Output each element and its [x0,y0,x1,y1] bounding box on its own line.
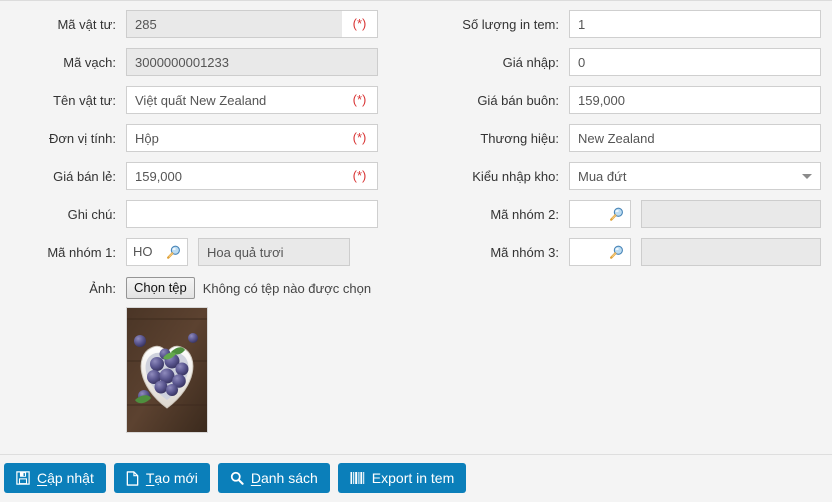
input-group-gia-ban-le: 159,000 (*) [126,162,378,190]
field-row-ma-nhom-3: Mã nhóm 3: [416,237,832,267]
new-file-icon [126,470,139,486]
input-ten-vat-tu[interactable]: Việt quất New Zealand [126,86,342,114]
required-marker-ma-vat-tu: (*) [342,10,378,38]
field-row-ten-vat-tu: Tên vật tư: Việt quất New Zealand (*) [0,85,416,115]
field-row-anh: Ảnh: Chọn tệp Không có tệp nào được chọn [0,275,416,301]
field-row-thuong-hieu: Thương hiệu: New Zealand [416,123,832,153]
export-label-button-label: Export in tem [371,470,455,486]
input-thuong-hieu[interactable]: New Zealand [569,124,821,152]
field-row-so-luong-in-tem: Số lượng in tem: 1 [416,9,832,39]
action-button-bar: Cập nhật Tạo mới Danh sách Export in tem [4,463,467,493]
input-gia-nhap[interactable]: 0 [569,48,821,76]
form-column-left: Mã vật tư: 285 (*) Mã vạch: 300000000123… [0,9,416,433]
ma-nhom-1-code-text: HO [133,244,153,259]
update-accel: C [37,470,48,486]
required-marker-ten-vat-tu: (*) [342,86,378,114]
label-ma-vach: Mã vạch: [63,54,116,70]
label-ma-nhom-2: Mã nhóm 2: [490,206,559,222]
required-marker-gia-ban-le: (*) [342,162,378,190]
field-row-gia-ban-buon: Giá bán buôn: 159,000 [416,85,832,115]
product-form: Mã vật tư: 285 (*) Mã vạch: 300000000123… [0,1,832,446]
field-row-ma-vat-tu: Mã vật tư: 285 (*) [0,9,416,39]
field-row-don-vi-tinh: Đơn vị tính: Hộp (*) [0,123,416,153]
export-label-button[interactable]: Export in tem [337,463,467,493]
update-button-label: Cập nhật [37,470,94,486]
required-marker-don-vi-tinh: (*) [342,124,378,152]
input-ma-nhom-2-code[interactable] [569,200,631,228]
label-ten-vat-tu: Tên vật tư: [53,92,116,108]
label-ma-nhom-1: Mã nhóm 1: [47,244,116,260]
list-accel: D [250,470,261,486]
choose-file-button[interactable]: Chọn tệp [126,277,195,299]
magnifier-icon[interactable] [166,245,181,260]
magnifier-icon[interactable] [609,207,624,222]
input-so-luong-in-tem[interactable]: 1 [569,10,821,38]
list-button-label: Danh sách [250,470,318,486]
input-ma-nhom-3-name [641,238,821,266]
input-ma-nhom-1-name: Hoa quả tươi [198,238,350,266]
label-ma-vat-tu: Mã vật tư: [57,16,116,32]
field-row-gia-nhap: Giá nhập: 0 [416,47,832,77]
input-group-ten-vat-tu: Việt quất New Zealand (*) [126,86,378,114]
field-row-gia-ban-le: Giá bán lẻ: 159,000 (*) [0,161,416,191]
search-icon [230,471,244,485]
barcode-icon [350,471,365,485]
input-don-vi-tinh[interactable]: Hộp [126,124,342,152]
label-kieu-nhap-kho: Kiểu nhập kho: [472,168,559,184]
new-button[interactable]: Tạo mới [113,463,210,493]
label-gia-ban-le: Giá bán lẻ: [53,168,116,184]
list-button[interactable]: Danh sách [217,463,330,493]
image-preview-row [126,307,416,433]
no-file-chosen-text: Không có tệp nào được chọn [202,280,372,296]
form-column-right: Số lượng in tem: 1 Giá nhập: 0 Giá bán b… [416,9,832,275]
label-anh: Ảnh: [89,280,116,296]
label-ma-nhom-3: Mã nhóm 3: [490,244,559,260]
input-gia-ban-le[interactable]: 159,000 [126,162,342,190]
new-button-label: Tạo mới [145,470,198,486]
select-kieu-nhap-kho[interactable]: Mua đứt [569,162,821,190]
input-ma-vach[interactable]: 3000000001233 [126,48,378,76]
update-button[interactable]: Cập nhật [4,463,106,493]
label-ghi-chu: Ghi chú: [67,206,116,222]
input-gia-ban-buon[interactable]: 159,000 [569,86,821,114]
input-ma-nhom-3-code[interactable] [569,238,631,266]
input-group-ma-vat-tu: 285 (*) [126,10,378,38]
input-ma-nhom-1-code[interactable]: HO [126,238,188,266]
label-don-vi-tinh: Đơn vị tính: [48,130,116,146]
label-gia-ban-buon: Giá bán buôn: [477,92,559,108]
field-row-kieu-nhap-kho: Kiểu nhập kho: Mua đứt [416,161,832,191]
field-row-ma-nhom-1: Mã nhóm 1: HO Hoa quả tươi [0,237,416,267]
save-floppy-icon [16,471,30,485]
input-group-don-vi-tinh: Hộp (*) [126,124,378,152]
magnifier-icon[interactable] [609,245,624,260]
chevron-down-icon[interactable] [802,174,812,179]
input-ghi-chu[interactable] [126,200,378,228]
label-thuong-hieu: Thương hiệu: [480,130,559,146]
product-image-thumbnail [126,307,208,433]
select-kieu-nhap-kho-value[interactable]: Mua đứt [569,162,821,190]
footer-divider [0,454,832,455]
input-ma-vat-tu[interactable]: 285 [126,10,342,38]
label-gia-nhap: Giá nhập: [502,54,559,70]
field-row-ma-nhom-2: Mã nhóm 2: [416,199,832,229]
field-row-ghi-chu: Ghi chú: [0,199,416,229]
field-row-ma-vach: Mã vạch: 3000000001233 [0,47,416,77]
label-so-luong-in-tem: Số lượng in tem: [462,16,559,32]
input-ma-nhom-2-name [641,200,821,228]
